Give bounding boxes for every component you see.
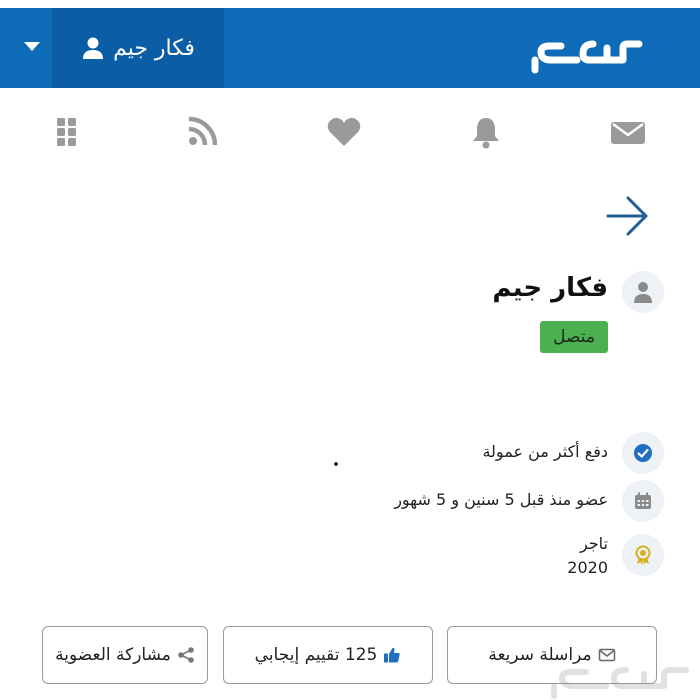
check-circle-icon bbox=[634, 444, 652, 462]
rss-icon bbox=[188, 116, 218, 146]
award-icon bbox=[635, 545, 651, 565]
feed-button[interactable] bbox=[180, 108, 224, 156]
verified-badge bbox=[622, 432, 664, 474]
user-icon bbox=[83, 37, 104, 59]
merchant-label: تاجر bbox=[579, 534, 608, 553]
thumbs-up-icon bbox=[384, 647, 401, 663]
grid-icon bbox=[57, 118, 76, 146]
merchant-text: تاجر 2020 bbox=[567, 532, 608, 580]
notifications-button[interactable] bbox=[464, 108, 508, 156]
share-membership-button[interactable]: مشاركة العضوية bbox=[42, 626, 208, 684]
status-badge: متصل bbox=[540, 321, 608, 353]
commission-row: دفع أكثر من عمولة bbox=[264, 432, 664, 476]
user-avatar-icon bbox=[634, 282, 652, 303]
envelope-icon bbox=[611, 122, 645, 144]
member-since-row: عضو منذ قبل 5 سنين و 5 شهور bbox=[264, 480, 664, 524]
share-icon bbox=[178, 647, 194, 663]
calendar-icon bbox=[635, 492, 651, 509]
back-button[interactable] bbox=[600, 192, 652, 240]
top-header: فكار جيم bbox=[0, 8, 700, 88]
award-badge bbox=[622, 534, 664, 576]
heart-icon bbox=[327, 117, 361, 146]
apps-button[interactable] bbox=[44, 108, 88, 156]
commission-text: دفع أكثر من عمولة bbox=[482, 442, 608, 461]
user-menu[interactable]: فكار جيم bbox=[52, 8, 224, 88]
favorites-button[interactable] bbox=[322, 108, 366, 156]
user-menu-name: فكار جيم bbox=[113, 35, 195, 61]
messages-button[interactable] bbox=[606, 108, 650, 156]
merchant-row: تاجر 2020 bbox=[264, 534, 664, 578]
profile-name: فكار جيم bbox=[492, 273, 608, 303]
arrow-right-icon bbox=[606, 196, 648, 236]
icon-toolbar bbox=[0, 108, 700, 158]
avatar bbox=[622, 271, 664, 313]
merchant-year: 2020 bbox=[567, 558, 608, 577]
haraj-watermark-icon bbox=[551, 667, 689, 699]
member-since-text: عضو منذ قبل 5 سنين و 5 شهور bbox=[394, 490, 608, 509]
share-membership-label: مشاركة العضوية bbox=[55, 645, 171, 665]
rating-button[interactable]: 125 تقييم إيجابي bbox=[223, 626, 433, 684]
haraj-logo-icon[interactable] bbox=[527, 30, 645, 74]
bell-icon bbox=[473, 118, 499, 149]
caret-down-icon[interactable] bbox=[24, 42, 40, 51]
calendar-badge bbox=[622, 480, 664, 522]
rating-label: 125 تقييم إيجابي bbox=[254, 645, 378, 665]
